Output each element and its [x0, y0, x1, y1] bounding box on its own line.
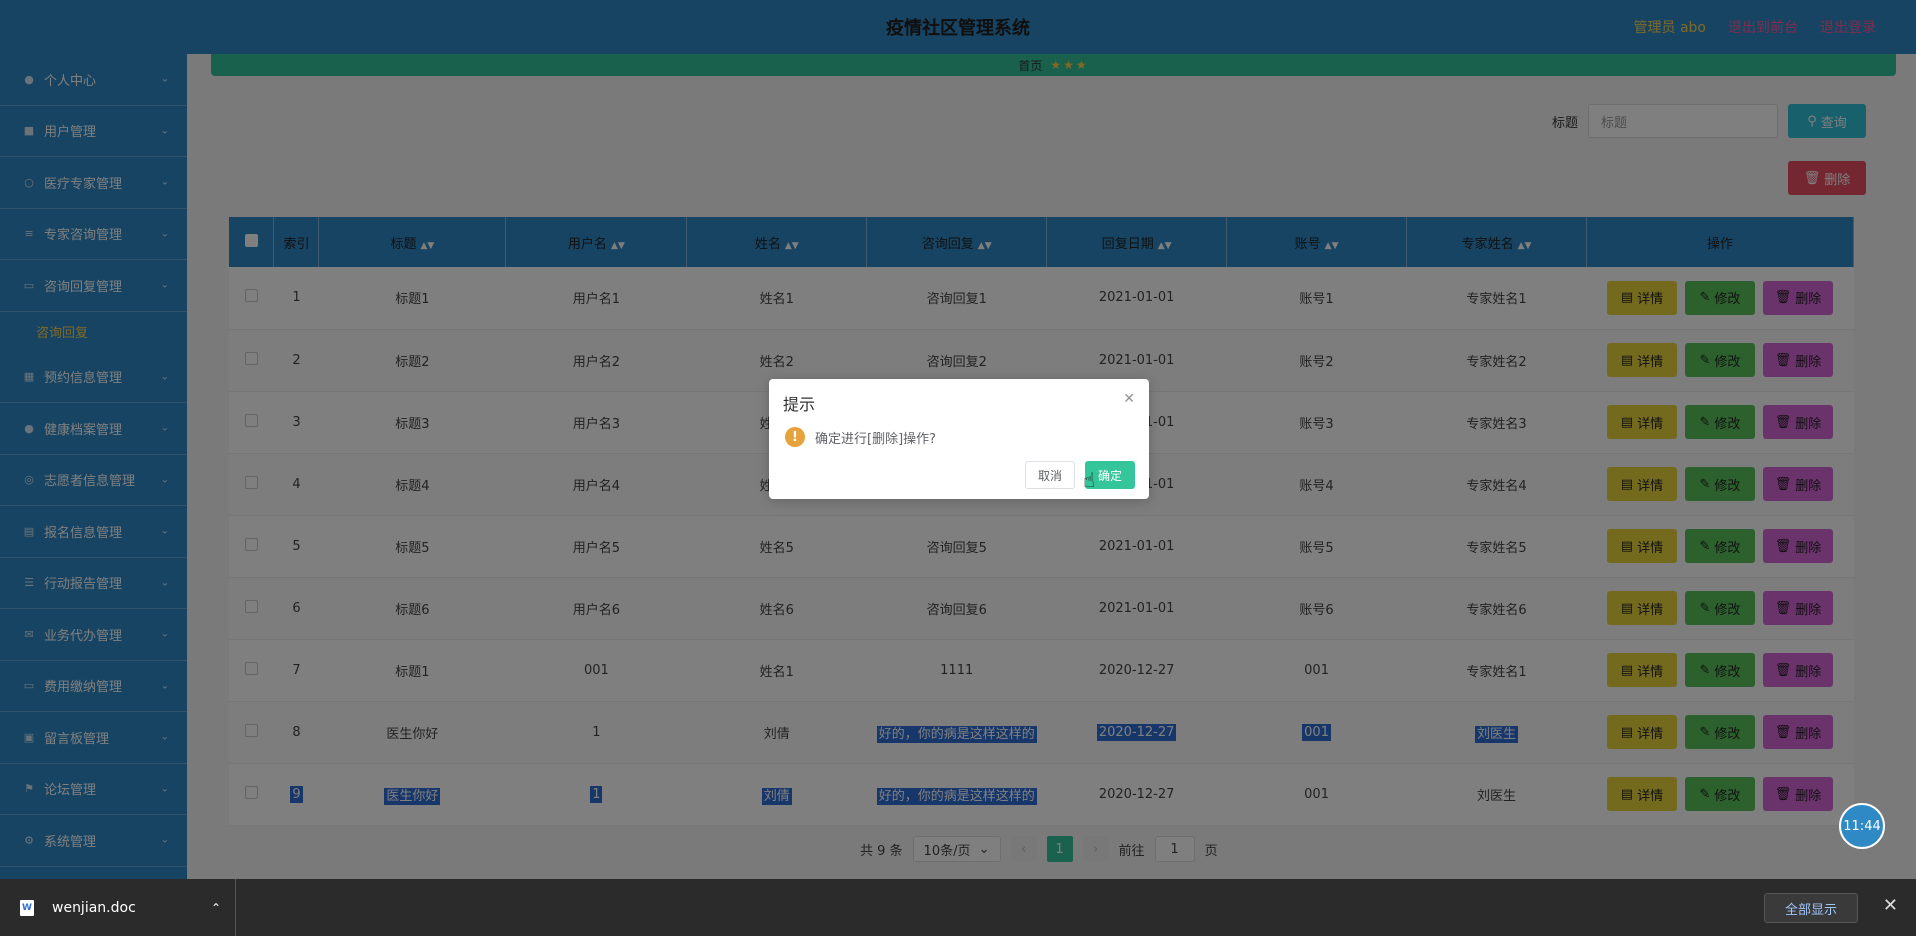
close-icon[interactable]: ✕ — [1123, 391, 1135, 407]
download-bar: W wenjian.doc ⌃ 全部显示 ✕ — [0, 879, 1916, 936]
show-all-button[interactable]: 全部显示 — [1764, 893, 1858, 923]
download-file-name: wenjian.doc — [52, 899, 136, 916]
hand-cursor-icon: ☝ — [1083, 468, 1096, 492]
document-icon: W — [20, 899, 34, 916]
download-item[interactable]: W wenjian.doc ⌃ — [0, 879, 236, 936]
chevron-up-icon[interactable]: ⌃ — [211, 901, 221, 915]
clock-badge[interactable]: 11:44 — [1839, 803, 1885, 849]
dialog-title: 提示 — [783, 395, 816, 414]
close-icon[interactable]: ✕ — [1883, 895, 1898, 916]
dialog-message: ! 确定进行[删除]操作? — [785, 427, 936, 447]
dialog-buttons: 取消 确定 — [1024, 461, 1135, 489]
warning-icon: ! — [785, 427, 805, 447]
dialog-message-text: 确定进行[删除]操作? — [815, 431, 937, 447]
cancel-button[interactable]: 取消 — [1024, 461, 1075, 489]
